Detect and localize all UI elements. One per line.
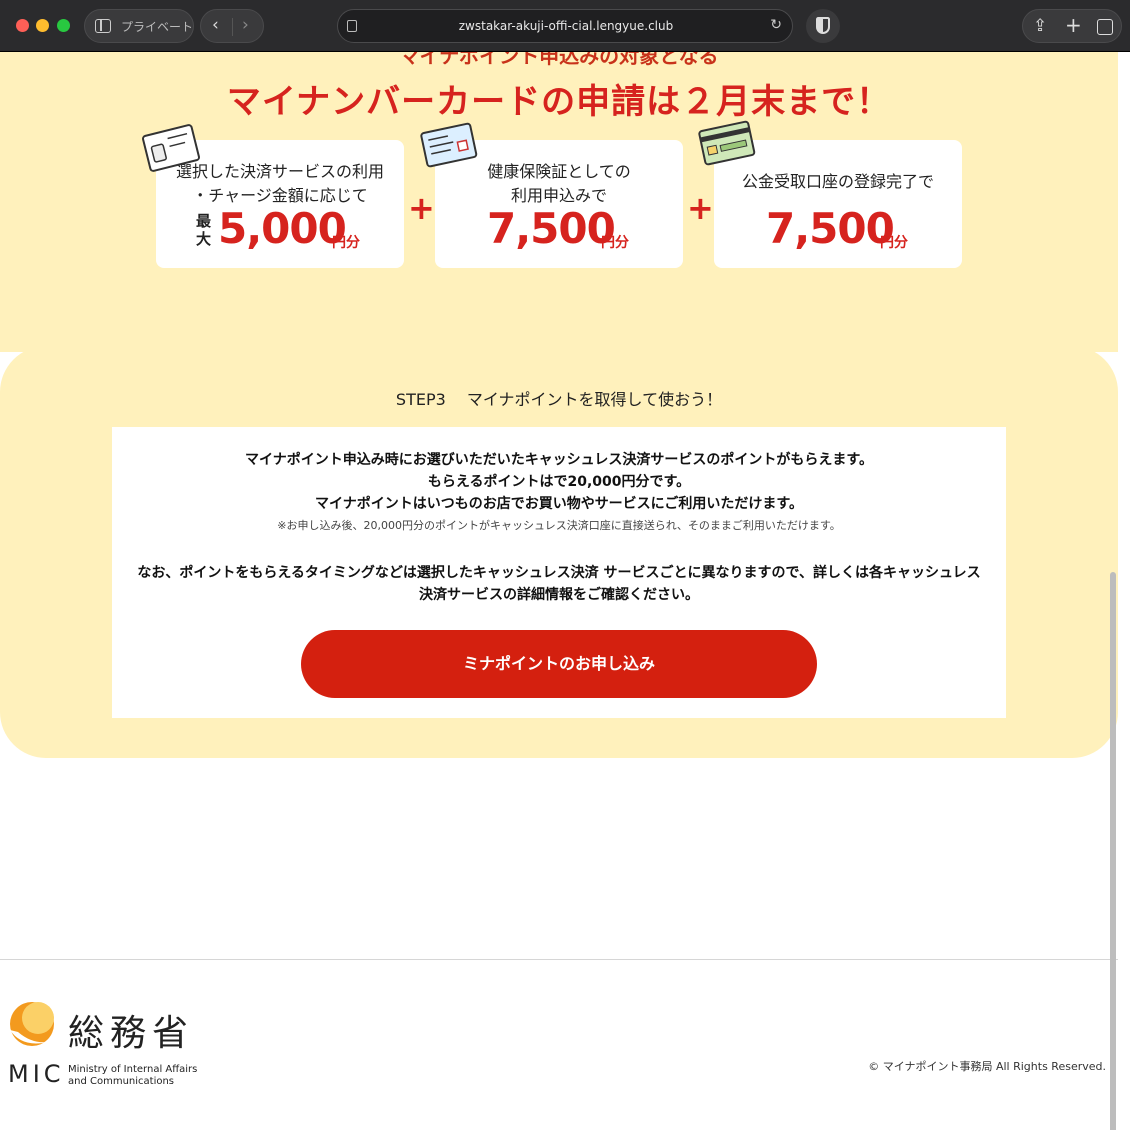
- web-page: マイナポイント申込みの対象となる マイナンバーカードの申請は２月末まで！ 選択し…: [0, 52, 1118, 1130]
- new-tab-icon[interactable]: +: [1065, 13, 1082, 37]
- mic-logo-mark: [10, 1002, 54, 1046]
- logo-english: Ministry of Internal Affairs and Communi…: [68, 1064, 197, 1088]
- point-unit: 円分: [601, 235, 629, 251]
- plus-sign: +: [408, 189, 435, 227]
- reload-icon[interactable]: ↻: [770, 17, 782, 33]
- zoom-window-button[interactable]: [57, 19, 70, 32]
- browser-toolbar: プライベート ‹ › zwstakar-akuji-offi-cial.leng…: [0, 0, 1130, 52]
- scrollbar[interactable]: [1110, 572, 1116, 1130]
- copyright: © マイナポイント事務局 All Rights Reserved.: [868, 1060, 1106, 1073]
- hero-section: マイナポイント申込みの対象となる マイナンバーカードの申請は２月末まで！ 選択し…: [0, 52, 1118, 352]
- point-unit: 円分: [880, 235, 908, 251]
- private-label: プライベート: [121, 20, 194, 34]
- address-bar[interactable]: zwstakar-akuji-offi-cial.lengyue.club ↻: [337, 9, 793, 43]
- hero-subtitle: マイナポイント申込みの対象となる: [399, 52, 719, 68]
- navigation-buttons: ‹ ›: [200, 9, 264, 43]
- apply-button[interactable]: ミナポイントのお申し込み: [301, 630, 817, 698]
- step3-section: STEP3 マイナポイントを取得して使おう！ マイナポイント申込み時にお選びいた…: [0, 346, 1118, 758]
- step3-note: ※お申し込み後、20,000円分のポイントがキャッシュレス決済口座に直接送られ、…: [277, 519, 841, 532]
- toolbar-actions: ⇪ +: [1022, 9, 1122, 43]
- sidebar-icon: [95, 19, 111, 33]
- step3-line: マイナポイントはいつものお店でお買い物やサービスにご利用いただけます。: [314, 496, 804, 512]
- mic-logo[interactable]: 総務省 MIC Ministry of Internal Affairs and…: [8, 994, 198, 1094]
- share-icon[interactable]: ⇪: [1033, 16, 1047, 36]
- point-amount: 7,500: [766, 204, 895, 253]
- step3-line: マイナポイント申込み時にお選びいただいたキャッシュレス決済サービスのポイントがも…: [244, 452, 874, 468]
- step3-title: STEP3 マイナポイントを取得して使おう！: [395, 390, 723, 409]
- step3-line: もらえるポイントはで20,000円分です。: [427, 474, 691, 490]
- point-amount: 7,500: [487, 204, 616, 253]
- back-button[interactable]: ‹: [212, 15, 219, 35]
- tab-overview-icon[interactable]: [1097, 19, 1113, 35]
- shield-icon: [816, 17, 830, 34]
- logo-kanji: 総務省: [68, 1013, 195, 1054]
- step3-body-line: なお、ポイントをもらえるタイミングなどは選択したキャッシュレス決済 サービスごと…: [137, 565, 981, 581]
- privacy-report-button[interactable]: [806, 9, 840, 43]
- sidebar-toggle-button[interactable]: プライベート: [84, 9, 194, 43]
- logo-abbr: MIC: [8, 1060, 65, 1088]
- max-label: 最大: [196, 212, 212, 248]
- point-unit: 円分: [332, 235, 360, 251]
- footer-divider: [0, 959, 1118, 960]
- step3-body-line: 決済サービスの詳細情報をご確認ください。: [419, 587, 699, 603]
- logo-english-line2: and Communications: [68, 1076, 175, 1087]
- insurance-card-icon: [420, 122, 478, 168]
- hero-title: マイナンバーカードの申請は２月末まで！: [226, 82, 892, 122]
- logo-english-line1: Ministry of Internal Affairs: [68, 1064, 198, 1075]
- forward-button[interactable]: ›: [242, 15, 249, 35]
- point-amount: 5,000: [218, 204, 347, 253]
- plus-sign: +: [687, 189, 714, 227]
- card-text-line1: 公金受取口座の登録完了で: [741, 172, 934, 191]
- url-text: zwstakar-akuji-offi-cial.lengyue.club: [458, 19, 674, 33]
- minimize-window-button[interactable]: [36, 19, 49, 32]
- step3-panel: マイナポイント申込み時にお選びいただいたキャッシュレス決済サービスのポイントがも…: [112, 427, 1006, 718]
- close-window-button[interactable]: [16, 19, 29, 32]
- bank-card-icon: [698, 120, 756, 166]
- payment-card-icon: [142, 124, 200, 172]
